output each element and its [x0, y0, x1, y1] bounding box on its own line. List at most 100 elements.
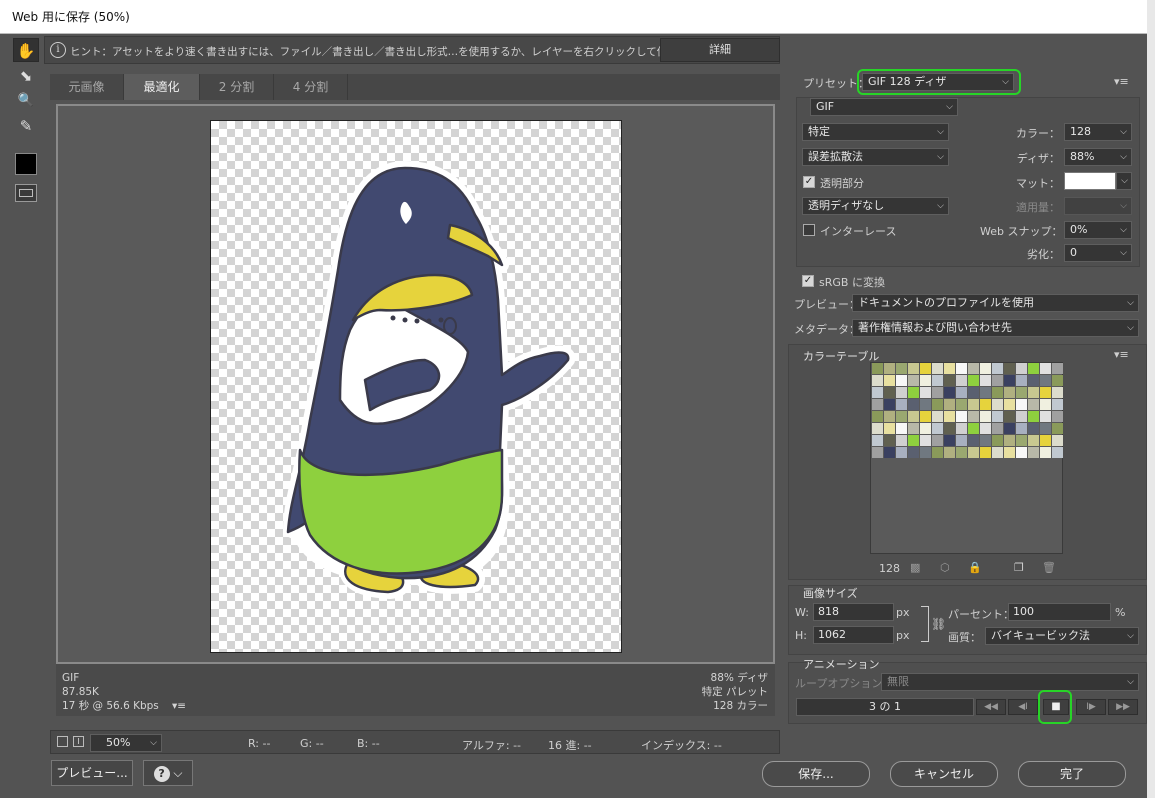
- color-swatch[interactable]: [1016, 375, 1027, 386]
- color-swatch[interactable]: [920, 423, 931, 434]
- color-swatch[interactable]: [992, 375, 1003, 386]
- zoom-level-select[interactable]: 50% ⌵: [90, 734, 162, 752]
- color-swatch[interactable]: [1004, 363, 1015, 374]
- preview-browser-button[interactable]: プレビュー...: [51, 760, 133, 786]
- color-swatch[interactable]: [872, 435, 883, 446]
- color-swatch[interactable]: [980, 411, 991, 422]
- stop-icon[interactable]: ■: [1043, 699, 1069, 715]
- color-swatch[interactable]: [956, 411, 967, 422]
- color-swatch[interactable]: [908, 435, 919, 446]
- color-swatch[interactable]: [872, 363, 883, 374]
- color-swatch[interactable]: [992, 363, 1003, 374]
- color-swatch[interactable]: [872, 387, 883, 398]
- color-swatch[interactable]: [944, 423, 955, 434]
- color-swatch[interactable]: [896, 435, 907, 446]
- color-swatch[interactable]: [884, 399, 895, 410]
- color-swatch[interactable]: [1028, 375, 1039, 386]
- color-swatch[interactable]: [944, 447, 955, 458]
- color-swatch[interactable]: [1052, 447, 1063, 458]
- color-swatch[interactable]: [1016, 435, 1027, 446]
- color-swatch[interactable]: [992, 399, 1003, 410]
- zoom-in-icon[interactable]: I: [73, 736, 84, 747]
- color-swatch[interactable]: [896, 363, 907, 374]
- color-swatch[interactable]: [1004, 399, 1015, 410]
- color-swatch[interactable]: [992, 423, 1003, 434]
- tab-optimized[interactable]: 最適化: [124, 74, 200, 100]
- color-swatch[interactable]: [932, 411, 943, 422]
- color-swatch[interactable]: [920, 375, 931, 386]
- quality-select[interactable]: バイキュービック法 ⌵: [985, 627, 1139, 645]
- lossy-field[interactable]: 0 ⌵: [1064, 244, 1132, 262]
- color-swatch[interactable]: [884, 387, 895, 398]
- color-swatch[interactable]: [944, 375, 955, 386]
- color-swatch[interactable]: [1028, 447, 1039, 458]
- tab-4up[interactable]: 4 分割: [274, 74, 348, 100]
- done-button[interactable]: 完了: [1018, 761, 1126, 787]
- slice-select-tool-icon[interactable]: ⬊: [13, 64, 39, 88]
- color-swatch[interactable]: [1016, 363, 1027, 374]
- matte-color-swatch[interactable]: [1064, 172, 1116, 190]
- color-swatch[interactable]: [872, 375, 883, 386]
- color-swatch[interactable]: [956, 399, 967, 410]
- color-swatch[interactable]: [956, 363, 967, 374]
- zoom-out-icon[interactable]: [57, 736, 68, 747]
- color-swatch[interactable]: [1016, 447, 1027, 458]
- color-swatch[interactable]: [908, 411, 919, 422]
- color-swatch[interactable]: [1040, 423, 1051, 434]
- color-swatch[interactable]: [884, 447, 895, 458]
- color-swatch[interactable]: [932, 435, 943, 446]
- toggle-slices-icon[interactable]: [15, 184, 37, 202]
- eyedropper-tool-icon[interactable]: ✎: [13, 114, 39, 138]
- color-swatch[interactable]: [1040, 447, 1051, 458]
- color-swatch[interactable]: [1052, 411, 1063, 422]
- color-swatch[interactable]: [932, 363, 943, 374]
- color-swatch[interactable]: [884, 411, 895, 422]
- color-swatch[interactable]: [1040, 375, 1051, 386]
- preset-select[interactable]: GIF 128 ディザ ⌵: [862, 73, 1014, 91]
- color-swatch[interactable]: [956, 423, 967, 434]
- color-swatch[interactable]: [1028, 423, 1039, 434]
- help-button[interactable]: ? ⌵: [143, 760, 193, 786]
- color-swatch[interactable]: [1004, 447, 1015, 458]
- color-swatch[interactable]: [1016, 411, 1027, 422]
- color-swatch[interactable]: [908, 447, 919, 458]
- color-swatch[interactable]: [872, 399, 883, 410]
- color-swatch[interactable]: [1052, 375, 1063, 386]
- color-swatch[interactable]: [1004, 387, 1015, 398]
- color-swatch[interactable]: [896, 411, 907, 422]
- percent-field[interactable]: 100: [1008, 603, 1111, 621]
- color-swatch[interactable]: [884, 423, 895, 434]
- colors-select[interactable]: 128 ⌵: [1064, 123, 1132, 141]
- penguin-image[interactable]: [210, 120, 622, 653]
- transparency-dither-select[interactable]: 透明ディザなし ⌵: [802, 197, 949, 215]
- new-color-icon[interactable]: ❐: [1014, 561, 1024, 574]
- color-swatch[interactable]: [896, 447, 907, 458]
- color-swatch[interactable]: [920, 363, 931, 374]
- color-swatch[interactable]: [980, 435, 991, 446]
- color-swatch[interactable]: [908, 375, 919, 386]
- color-swatch[interactable]: [1040, 435, 1051, 446]
- color-swatch[interactable]: [1040, 411, 1051, 422]
- color-swatch[interactable]: [1016, 423, 1027, 434]
- preview-profile-select[interactable]: ドキュメントのプロファイルを使用 ⌵: [852, 294, 1139, 312]
- zoom-tool-icon[interactable]: 🔍: [13, 89, 39, 113]
- color-swatch[interactable]: [908, 363, 919, 374]
- color-swatch[interactable]: [944, 399, 955, 410]
- color-swatch[interactable]: [944, 435, 955, 446]
- color-swatch[interactable]: [1028, 363, 1039, 374]
- delete-color-icon[interactable]: 🗑: [1042, 561, 1056, 574]
- interlace-checkbox[interactable]: [803, 224, 815, 236]
- color-swatch[interactable]: [956, 435, 967, 446]
- color-swatch[interactable]: [1040, 399, 1051, 410]
- dither-algorithm-select[interactable]: 誤差拡散法 ⌵: [802, 148, 949, 166]
- color-swatch[interactable]: [1016, 387, 1027, 398]
- color-swatch[interactable]: [884, 375, 895, 386]
- color-swatch[interactable]: [1052, 399, 1063, 410]
- color-swatch[interactable]: [908, 423, 919, 434]
- color-swatch[interactable]: [992, 447, 1003, 458]
- color-swatch[interactable]: [1040, 363, 1051, 374]
- color-swatch[interactable]: [968, 363, 979, 374]
- color-table-menu-icon[interactable]: ▾≡: [1114, 348, 1129, 361]
- format-select[interactable]: GIF ⌵: [810, 98, 958, 116]
- cancel-button[interactable]: キャンセル: [890, 761, 998, 787]
